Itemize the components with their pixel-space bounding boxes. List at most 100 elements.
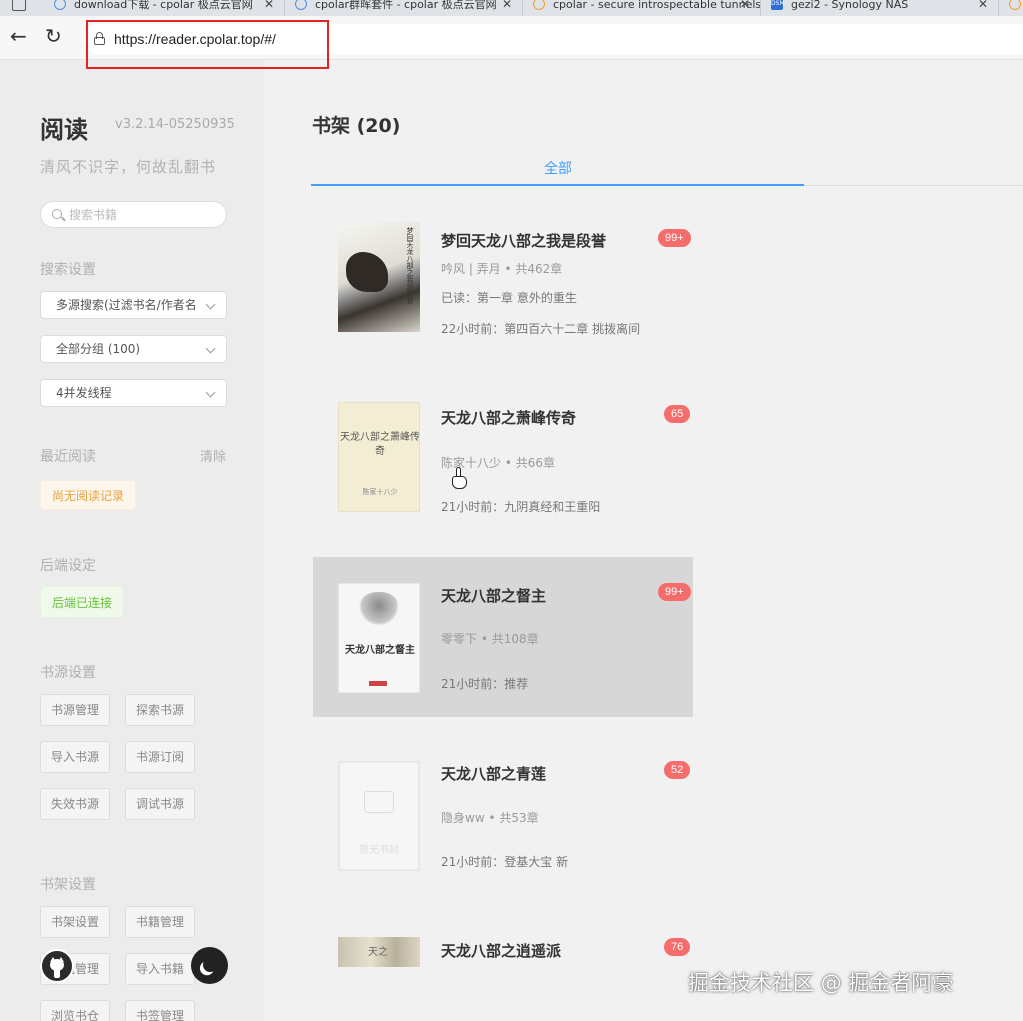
back-arrow-icon[interactable]: ← bbox=[10, 26, 27, 46]
book-latest-chapter: 21小时前：推荐 bbox=[441, 677, 529, 691]
chevron-down-icon bbox=[205, 343, 216, 354]
book-cover[interactable]: 梦回天龙八部之我是段誉 bbox=[338, 222, 420, 332]
cpolar-favicon-icon bbox=[533, 0, 545, 10]
browser-tab-1[interactable]: download下载 - cpolar 极点云官网 ✕ bbox=[44, 0, 285, 16]
tab-close-icon[interactable]: ✕ bbox=[978, 0, 988, 10]
no-history-tag: 尚无阅读记录 bbox=[40, 480, 137, 510]
recent-reading-label: 最近阅读 bbox=[40, 449, 96, 465]
book-title: 天龙八部之督主 bbox=[441, 587, 547, 605]
browser-tab-bar: download下载 - cpolar 极点云官网 ✕ cpolar群晖套件 -… bbox=[0, 0, 1023, 16]
browser-tab-2[interactable]: cpolar群晖套件 - cpolar 极点云官网 ✕ bbox=[285, 0, 523, 16]
book-cover[interactable]: 天龙八部之萧峰传奇 陈家十八少 bbox=[338, 402, 420, 512]
invalid-source-button[interactable]: 失效书源 bbox=[40, 788, 110, 820]
cover-text: 暂无书封 bbox=[359, 845, 399, 856]
group-select[interactable]: 全部分组 (100) bbox=[40, 335, 227, 363]
cover-text: 天龙八部之萧峰传奇 bbox=[340, 432, 420, 457]
select-value: 4并发线程 bbox=[56, 386, 112, 400]
book-cover[interactable]: 天之 bbox=[338, 937, 420, 967]
app-title: 阅读 bbox=[40, 116, 88, 144]
url-highlight-annotation bbox=[86, 20, 329, 69]
unread-badge: 99+ bbox=[658, 583, 691, 601]
cpolar-favicon-icon bbox=[295, 0, 307, 10]
unread-badge: 52 bbox=[664, 761, 691, 779]
book-author-chapters: 隐身ww • 共53章 bbox=[441, 811, 539, 825]
select-value: 全部分组 (100) bbox=[56, 342, 141, 356]
cover-text: 天之 bbox=[368, 947, 388, 958]
browser-tab-3[interactable]: cpolar - secure introspectable tunnels ✕ bbox=[523, 0, 761, 16]
cover-author: 陈家十八少 bbox=[362, 488, 398, 496]
book-cover[interactable]: 暂无书封 bbox=[338, 761, 420, 871]
book-item[interactable]: 天龙八部之督主 天龙八部之督主 99+ 零零下 • 共108章 21小时前：推荐 bbox=[313, 557, 693, 717]
book-cover[interactable]: 天龙八部之督主 bbox=[338, 583, 420, 693]
unread-badge: 99+ bbox=[658, 229, 691, 247]
tab-close-icon[interactable]: ✕ bbox=[264, 0, 274, 10]
threads-select[interactable]: 4并发线程 bbox=[40, 379, 227, 407]
bookshelf-title: 书架 (20) bbox=[312, 115, 401, 137]
github-icon[interactable] bbox=[40, 949, 74, 983]
book-manage-button[interactable]: 书籍管理 bbox=[125, 906, 195, 938]
cover-seal bbox=[369, 681, 387, 686]
import-book-button[interactable]: 导入书籍 bbox=[125, 953, 195, 985]
book-author-chapters: 吟风 | 弄月 • 共462章 bbox=[441, 262, 563, 276]
tab-title: gezi2 - Synology NAS bbox=[791, 0, 909, 11]
book-item[interactable]: 天龙八部之萧峰传奇 陈家十八少 天龙八部之萧峰传奇 65 陈家十八少 • 共66… bbox=[313, 392, 693, 552]
import-source-button[interactable]: 导入书源 bbox=[40, 741, 110, 773]
tab-close-icon[interactable]: ✕ bbox=[502, 0, 512, 10]
chevron-down-icon bbox=[205, 387, 216, 398]
reload-icon[interactable]: ↻ bbox=[45, 26, 62, 46]
book-read-progress: 已读：第一章 意外的重生 bbox=[441, 291, 577, 305]
browser-tab-5[interactable] bbox=[999, 0, 1023, 16]
cpolar-favicon-icon bbox=[54, 0, 66, 10]
book-title: 天龙八部之青莲 bbox=[441, 765, 547, 783]
book-title: 天龙八部之逍遥派 bbox=[441, 942, 562, 960]
unread-badge: 76 bbox=[664, 938, 691, 956]
source-filter-select[interactable]: 多源搜索(过滤书名/作者名) bbox=[40, 291, 227, 319]
unread-badge: 65 bbox=[664, 405, 691, 423]
backend-status-tag[interactable]: 后端已连接 bbox=[40, 586, 125, 618]
backend-settings-label: 后端设定 bbox=[40, 558, 96, 574]
synology-favicon-icon: DSM bbox=[771, 0, 785, 10]
book-latest-chapter: 22小时前：第四百六十二章 挑拨离间 bbox=[441, 322, 641, 336]
debug-source-button[interactable]: 调试书源 bbox=[125, 788, 195, 820]
source-manage-button[interactable]: 书源管理 bbox=[40, 694, 110, 726]
book-latest-chapter: 21小时前：九阴真经和王重阳 bbox=[441, 500, 601, 514]
shelf-settings-button[interactable]: 书架设置 bbox=[40, 906, 110, 938]
book-title: 梦回天龙八部之我是段誉 bbox=[441, 232, 607, 250]
book-title: 天龙八部之萧峰传奇 bbox=[441, 409, 577, 427]
source-settings-label: 书源设置 bbox=[40, 665, 96, 681]
search-icon bbox=[52, 209, 62, 219]
sidebar: 阅读 v3.2.14-05250935 清风不识字，何故乱翻书 搜索设置 多源搜… bbox=[0, 61, 264, 1021]
active-tab-indicator bbox=[311, 184, 804, 186]
bookmark-manage-button[interactable]: 书签管理 bbox=[125, 1000, 195, 1021]
book-author-chapters: 零零下 • 共108章 bbox=[441, 632, 539, 646]
tab-close-icon[interactable]: ✕ bbox=[740, 0, 750, 10]
app-version: v3.2.14-05250935 bbox=[115, 117, 235, 132]
tab-all[interactable]: 全部 bbox=[544, 158, 572, 178]
sidebar-toggle-icon[interactable] bbox=[12, 0, 26, 11]
cover-text: 梦回天龙八部之我是段誉 bbox=[406, 227, 414, 304]
tab-title: download下载 - cpolar 极点云官网 bbox=[74, 0, 253, 11]
book-item[interactable]: 天之 天龙八部之逍遥派 76 bbox=[313, 929, 693, 989]
hand-cursor-icon bbox=[452, 467, 468, 491]
browse-repo-button[interactable]: 浏览书仓 bbox=[40, 1000, 110, 1021]
cover-art bbox=[359, 592, 399, 626]
book-item[interactable]: 暂无书封 天龙八部之青莲 52 隐身ww • 共53章 21小时前：登基大宝 新 bbox=[313, 751, 693, 911]
search-box[interactable] bbox=[40, 201, 227, 228]
book-latest-chapter: 21小时前：登基大宝 新 bbox=[441, 855, 569, 869]
tab-title: cpolar群晖套件 - cpolar 极点云官网 bbox=[315, 0, 497, 11]
shelf-settings-label: 书架设置 bbox=[40, 877, 96, 893]
book-item[interactable]: 梦回天龙八部之我是段誉 梦回天龙八部之我是段誉 99+ 吟风 | 弄月 • 共4… bbox=[313, 212, 693, 372]
browser-tab-4[interactable]: DSM gezi2 - Synology NAS ✕ bbox=[761, 0, 999, 16]
tab-divider bbox=[804, 185, 1023, 186]
moon-icon bbox=[201, 956, 219, 974]
search-input[interactable] bbox=[69, 206, 219, 224]
dark-mode-toggle-button[interactable] bbox=[191, 947, 228, 984]
search-settings-label: 搜索设置 bbox=[40, 262, 96, 278]
cpolar-favicon-icon bbox=[1009, 0, 1021, 10]
explore-source-button[interactable]: 探索书源 bbox=[125, 694, 195, 726]
cover-text: 天龙八部之督主 bbox=[345, 645, 415, 656]
cover-art bbox=[346, 252, 388, 292]
clear-history-button[interactable]: 清除 bbox=[200, 446, 226, 465]
subscribe-source-button[interactable]: 书源订阅 bbox=[125, 741, 195, 773]
select-value: 多源搜索(过滤书名/作者名) bbox=[56, 298, 202, 312]
